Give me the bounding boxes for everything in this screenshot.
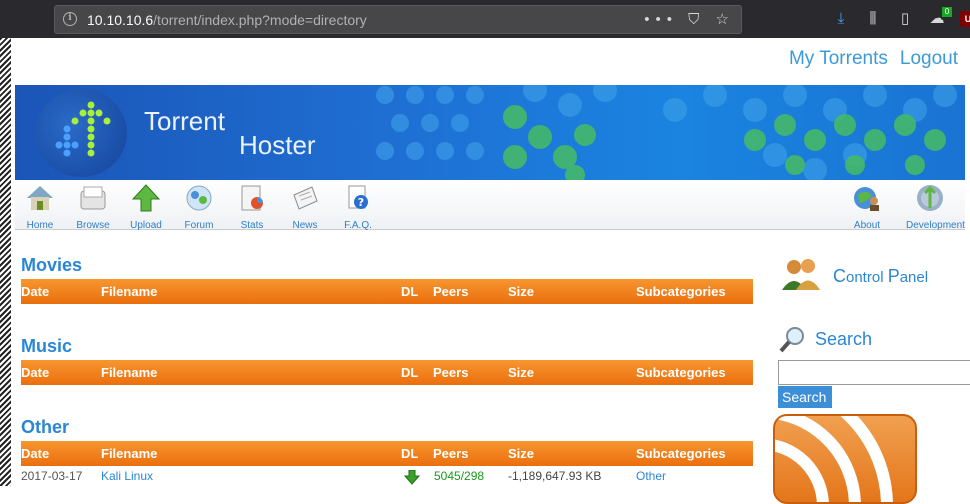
site-logo[interactable] xyxy=(35,89,127,177)
forum-icon xyxy=(186,185,212,211)
col-subcategories: Subcategories xyxy=(636,446,726,461)
col-size[interactable]: Size xyxy=(508,446,534,461)
upload-icon xyxy=(131,184,161,212)
top-links: My Torrents Logout xyxy=(789,48,958,70)
col-date[interactable]: Date xyxy=(21,446,49,461)
search-button[interactable]: Search xyxy=(778,386,832,408)
nav-forum[interactable]: Forum xyxy=(175,183,223,231)
col-filename[interactable]: Filename xyxy=(101,446,157,461)
library-icon[interactable]: ⫼ xyxy=(864,10,882,28)
col-subcategories: Subcategories xyxy=(636,284,726,299)
col-subcategories: Subcategories xyxy=(636,365,726,380)
col-peers[interactable]: Peers xyxy=(433,365,468,380)
nav-upload[interactable]: Upload xyxy=(122,183,170,231)
col-dl: DL xyxy=(401,284,419,299)
nav-home[interactable]: Home xyxy=(16,183,64,231)
nav-development-label: Development xyxy=(906,220,965,231)
logout-link[interactable]: Logout xyxy=(900,48,958,70)
nav-upload-label: Upload xyxy=(130,220,162,231)
table-header-movies: Date Filename DL Peers Size Subcategorie… xyxy=(21,279,753,304)
brand-line-1: Torrent xyxy=(144,106,225,136)
url-host: 10.10.10.6 xyxy=(87,12,154,28)
downloads-icon[interactable]: ⤓ xyxy=(832,10,850,28)
nav-about-label: About xyxy=(853,220,881,231)
col-size[interactable]: Size xyxy=(508,365,534,380)
section-title-music[interactable]: Music xyxy=(21,336,72,357)
nav-browse-label: Browse xyxy=(76,220,110,231)
page-actions[interactable]: ••• ⛉ ☆ xyxy=(644,10,735,28)
brand-line-2: Hoster xyxy=(239,130,316,160)
cp-rest-2: anel xyxy=(899,269,929,286)
control-panel-link[interactable]: Control Panel xyxy=(833,266,928,287)
nav-stats[interactable]: Stats xyxy=(228,183,276,231)
row-filename-link[interactable]: Kali Linux xyxy=(101,469,153,483)
nav-faq-label: F.A.Q. xyxy=(344,220,372,231)
home-icon xyxy=(27,186,53,210)
url-path: /torrent/index.php?mode=directory xyxy=(153,12,367,28)
my-torrents-link[interactable]: My Torrents xyxy=(789,48,888,70)
site-banner: Torrent Hoster xyxy=(15,85,965,180)
cp-first-letter: C xyxy=(833,266,846,286)
nav-stats-label: Stats xyxy=(240,220,264,231)
nav-forum-label: Forum xyxy=(184,220,214,231)
col-peers[interactable]: Peers xyxy=(433,446,468,461)
col-filename[interactable]: Filename xyxy=(101,365,157,380)
development-icon xyxy=(917,185,943,211)
row-date: 2017-03-17 xyxy=(21,469,83,483)
cp-second-letter: P xyxy=(887,266,900,286)
col-date[interactable]: Date xyxy=(21,365,49,380)
faq-icon: ? xyxy=(348,185,368,209)
nav-news-label: News xyxy=(292,220,318,231)
nav-browse[interactable]: Browse xyxy=(69,183,117,231)
section-title-movies[interactable]: Movies xyxy=(21,255,82,276)
left-edge xyxy=(0,38,11,486)
svg-text:?: ? xyxy=(358,196,364,209)
download-icon[interactable] xyxy=(403,470,421,486)
stats-icon xyxy=(241,185,263,211)
section-title-other[interactable]: Other xyxy=(21,417,69,438)
url-text[interactable]: 10.10.10.6/torrent/index.php?mode=direct… xyxy=(87,12,367,28)
rss-feed-icon[interactable] xyxy=(773,414,917,504)
address-bar[interactable]: i 10.10.10.6/torrent/index.php?mode=dire… xyxy=(54,5,742,34)
browser-toolbar: i 10.10.10.6/torrent/index.php?mode=dire… xyxy=(0,0,970,38)
search-input[interactable] xyxy=(778,360,970,385)
col-date[interactable]: Date xyxy=(21,284,49,299)
extension-badge: 0 xyxy=(942,7,952,17)
magnifier-icon xyxy=(779,327,804,353)
news-icon xyxy=(293,186,318,210)
browse-icon xyxy=(80,186,106,210)
logo-arrow-icon xyxy=(55,101,111,157)
row-subcategory-link[interactable]: Other xyxy=(636,469,666,483)
nav-about[interactable]: About xyxy=(843,183,891,231)
search-title: Search xyxy=(815,329,873,349)
control-panel-icon xyxy=(782,259,820,290)
col-peers[interactable]: Peers xyxy=(433,284,468,299)
sidebar-icon[interactable]: ▯ xyxy=(896,10,914,28)
col-dl: DL xyxy=(401,365,419,380)
table-header-music: Date Filename DL Peers Size Subcategorie… xyxy=(21,360,753,385)
table-row: 2017-03-17 Kali Linux 5045/298 -1,189,64… xyxy=(21,468,753,486)
about-icon xyxy=(854,187,879,211)
col-dl: DL xyxy=(401,446,419,461)
ublock-icon[interactable]: U xyxy=(960,11,970,27)
col-filename[interactable]: Filename xyxy=(101,284,157,299)
nav-news[interactable]: News xyxy=(281,183,329,231)
main-nav: Home Browse Upload Forum Stats News ? F.… xyxy=(15,180,965,231)
nav-development[interactable]: Development xyxy=(906,183,965,231)
rss-waves xyxy=(775,416,893,502)
nav-faq[interactable]: ? F.A.Q. xyxy=(334,183,382,231)
nav-home-label: Home xyxy=(26,220,54,231)
col-size[interactable]: Size xyxy=(508,284,534,299)
row-peers: 5045/298 xyxy=(434,469,485,483)
site-info-icon[interactable]: i xyxy=(63,12,77,26)
row-size: -1,189,647.93 KB xyxy=(508,469,602,483)
table-header-other: Date Filename DL Peers Size Subcategorie… xyxy=(21,441,753,466)
cp-rest-1: ontrol xyxy=(846,269,888,286)
